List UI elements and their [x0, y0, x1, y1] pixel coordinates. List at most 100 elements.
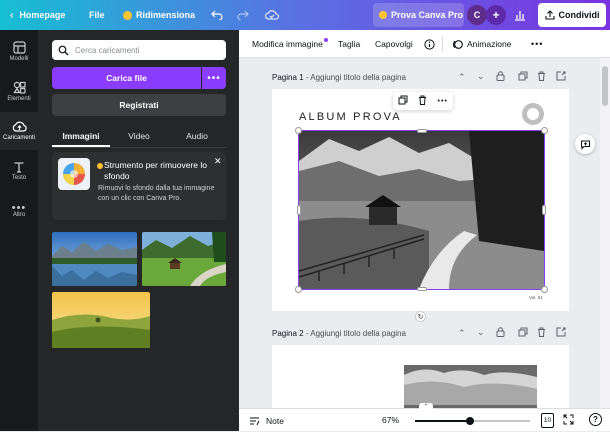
rail-item-uploads[interactable]: Caricamenti	[0, 112, 38, 150]
page-title-input[interactable]: Aggiungi titolo della pagina	[310, 329, 406, 338]
undo-button[interactable]	[211, 0, 223, 30]
zoom-slider-remaining	[471, 420, 530, 422]
rail-label: Elementi	[7, 95, 31, 102]
resize-handle[interactable]	[295, 286, 302, 293]
search-icon	[58, 45, 69, 55]
try-pro-label: Prova Canva Pro	[391, 10, 464, 20]
more-horizontal-icon[interactable]: •••	[438, 98, 448, 105]
resize-handle[interactable]	[297, 205, 301, 215]
vertical-scrollbar[interactable]	[600, 58, 610, 408]
notes-button[interactable]: Note	[249, 409, 284, 432]
help-icon[interactable]: ?	[589, 413, 602, 426]
page-2-canvas[interactable]	[272, 345, 569, 408]
home-button[interactable]: ‹ Homepage	[10, 0, 65, 30]
footer-bar: Note ⌃ 67% 10 ?	[239, 403, 610, 432]
add-page-icon[interactable]	[556, 71, 566, 83]
rail-item-elements[interactable]: Elementi	[0, 72, 38, 110]
duplicate-page-icon[interactable]	[518, 71, 528, 83]
duplicate-icon[interactable]	[398, 95, 408, 107]
lock-icon[interactable]	[496, 71, 505, 83]
show-pages-button[interactable]: ⌃	[419, 403, 433, 413]
element-quick-actions: •••	[393, 92, 453, 110]
chevron-up-icon[interactable]: ⌃	[458, 72, 466, 83]
decorative-circle[interactable]	[522, 103, 544, 125]
search-field[interactable]: Cerca caricamenti	[52, 40, 226, 60]
promo-text: Rimuovi lo sfondo dalla tua immagine con…	[98, 185, 215, 202]
tab-images[interactable]: Immagini	[52, 126, 110, 146]
tab-video[interactable]: Video	[110, 126, 168, 146]
chevron-down-icon[interactable]: ⌄	[477, 327, 485, 338]
animation-label: Animazione	[467, 39, 512, 49]
context-toolbar: Modifica immagine Taglia Capovolgi Anima…	[239, 30, 610, 58]
upload-thumbnail-hills[interactable]	[52, 292, 150, 348]
top-bar: ‹ Homepage File Ridimensiona Prova Canva…	[0, 0, 610, 30]
file-menu[interactable]: File	[89, 0, 105, 30]
crown-icon	[123, 10, 132, 20]
page-title-input[interactable]: Aggiungi titolo della pagina	[310, 73, 406, 82]
rail-label: Altro	[12, 212, 26, 218]
crown-icon	[379, 11, 387, 19]
avatar[interactable]: C	[467, 5, 487, 25]
page-1-canvas[interactable]: ALBUM PROVA ••• Vol. 01	[272, 89, 569, 311]
page-count: 10	[543, 417, 552, 424]
animation-button[interactable]: Animazione	[452, 30, 511, 58]
volume-footnote[interactable]: Vol. 01	[529, 295, 543, 300]
trash-icon[interactable]	[418, 95, 427, 107]
upload-file-button[interactable]: Carica file	[52, 67, 201, 89]
redo-button[interactable]	[237, 0, 249, 30]
insights-button[interactable]	[514, 0, 526, 30]
lock-icon[interactable]	[496, 327, 505, 339]
tabs-divider	[52, 147, 226, 148]
add-collaborator-button[interactable]: +	[486, 5, 506, 25]
undo-icon	[211, 10, 223, 20]
chevron-up-icon[interactable]: ⌃	[458, 328, 466, 339]
canvas-area: Pagina 1 - Aggiungi titolo della pagina …	[239, 58, 610, 408]
tab-audio[interactable]: Audio	[168, 126, 226, 146]
record-button[interactable]: Registrati	[52, 94, 226, 116]
info-button[interactable]	[424, 30, 435, 58]
album-heading[interactable]: ALBUM PROVA	[299, 111, 402, 123]
flip-button[interactable]: Capovolgi	[375, 30, 413, 58]
edit-image-button[interactable]: Modifica immagine	[252, 30, 323, 58]
zoom-slider-thumb[interactable]	[466, 417, 474, 425]
comment-button[interactable]	[575, 134, 595, 154]
resize-handle[interactable]	[542, 205, 546, 215]
duplicate-page-icon[interactable]	[518, 327, 528, 339]
rotate-handle[interactable]: ↻	[415, 311, 426, 322]
upload-thumbnail-valley-color[interactable]	[142, 232, 226, 286]
resize-handle[interactable]	[417, 287, 427, 291]
rail-item-more[interactable]: ••• Altro	[0, 192, 38, 230]
page-2-photo[interactable]	[404, 365, 537, 408]
scrollbar-thumb[interactable]	[602, 66, 608, 106]
try-pro-button[interactable]: Prova Canva Pro	[373, 3, 464, 27]
rail-item-text[interactable]: Testo	[0, 152, 38, 190]
selected-photo[interactable]	[295, 127, 548, 293]
background-remover-illustration	[58, 158, 90, 190]
toolbar-divider	[442, 36, 443, 52]
resize-handle[interactable]	[541, 127, 548, 134]
resize-handle[interactable]	[417, 129, 427, 133]
zoom-slider-track[interactable]	[415, 417, 530, 425]
close-icon[interactable]: ✕	[214, 156, 222, 167]
add-page-icon[interactable]	[556, 327, 566, 339]
rail-item-templates[interactable]: Modelli	[0, 32, 38, 70]
more-options-icon[interactable]: •••	[531, 30, 543, 58]
delete-page-icon[interactable]	[537, 327, 546, 339]
resize-handle[interactable]	[295, 127, 302, 134]
more-icon: •••	[11, 202, 27, 214]
chevron-down-icon[interactable]: ⌄	[477, 71, 485, 82]
search-input[interactable]: Cerca caricamenti	[75, 46, 139, 55]
share-button[interactable]: Condividi	[538, 3, 606, 27]
upload-options-button[interactable]: •••	[202, 67, 226, 89]
rail-label: Testo	[11, 175, 27, 181]
redo-icon	[237, 10, 249, 20]
fullscreen-icon[interactable]	[563, 414, 574, 427]
delete-page-icon[interactable]	[537, 71, 546, 83]
page-count-button[interactable]: 10	[541, 413, 554, 428]
upload-thumbnail-lake[interactable]	[52, 232, 137, 286]
resize-button[interactable]: Ridimensiona	[123, 0, 195, 30]
elements-icon	[12, 81, 26, 94]
crop-button[interactable]: Taglia	[338, 30, 360, 58]
resize-handle[interactable]	[541, 286, 548, 293]
zoom-percentage[interactable]: 67%	[382, 415, 399, 425]
